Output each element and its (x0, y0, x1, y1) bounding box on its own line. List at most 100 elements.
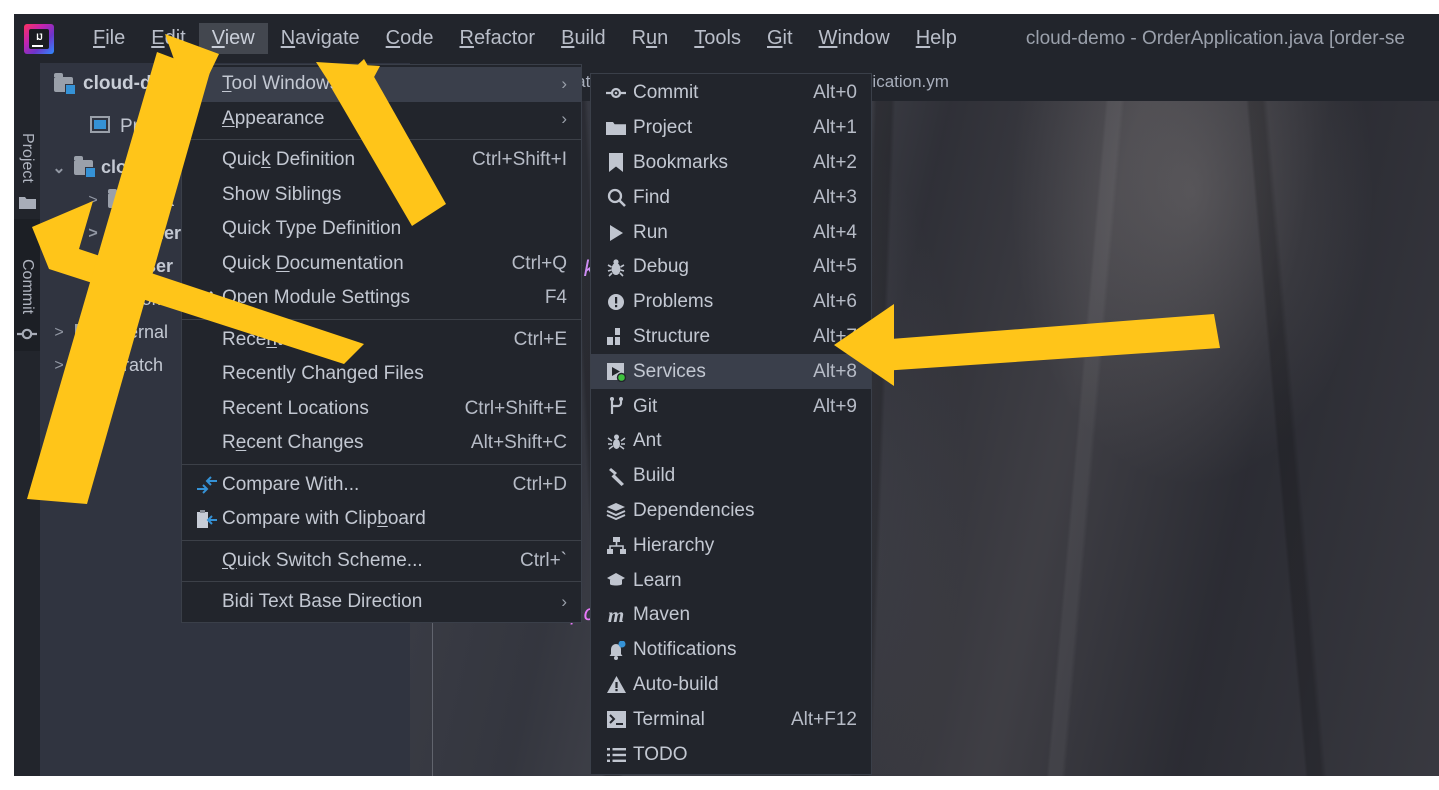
tool-window-item-hierarchy[interactable]: Hierarchy (591, 528, 871, 563)
tool-window-item-structure[interactable]: Structure Alt+7 (591, 320, 871, 355)
terminal-icon (599, 711, 633, 729)
chevron-right-icon: › (561, 108, 567, 128)
menu-item-label: Quick Switch Scheme... (222, 549, 423, 571)
chevron-icon[interactable]: > (86, 192, 100, 210)
stripe-item-commit[interactable]: Commit (14, 218, 40, 351)
tool-window-item-dependencies[interactable]: Dependencies (591, 494, 871, 529)
view-menu-item-open-module-settings[interactable]: Open Module Settings F4 (182, 281, 581, 316)
tool-window-item-project[interactable]: Project Alt+1 (591, 111, 871, 146)
menu-item-shortcut: Ctrl+Shift+E (464, 397, 567, 419)
tool-window-item-auto-build[interactable]: Auto-build (591, 668, 871, 703)
menu-edit[interactable]: Edit (138, 23, 198, 54)
module-folder-icon (108, 255, 130, 277)
tool-window-item-notifications[interactable]: Notifications (591, 633, 871, 668)
tool-window-label: Services (633, 360, 706, 382)
maven-m-icon: m (607, 602, 625, 627)
intellij-idea-logo[interactable]: IJ (24, 23, 54, 54)
tool-window-shortcut: Alt+1 (813, 117, 857, 139)
project-window-icon (90, 115, 110, 139)
hierarchy-icon (599, 536, 633, 555)
menu-bar: IJ File Edit View Navigate Code Refactor Build… (14, 14, 1439, 63)
hammer-icon (599, 467, 633, 486)
chevron-icon[interactable]: > (52, 324, 66, 342)
menu-item-label: Bidi Text Base Direction (222, 591, 423, 613)
tree-row-label: .idea (135, 190, 175, 210)
view-menu-item-tool-windows[interactable]: Tool Windows › (182, 67, 581, 102)
menu-build[interactable]: Build (548, 23, 618, 54)
tool-window-item-services[interactable]: Services Alt+8 (591, 354, 871, 390)
tool-window-label: Maven (633, 604, 691, 626)
view-menu-item-appearance[interactable]: Appearance › (182, 102, 581, 137)
chevron-icon[interactable]: > (86, 258, 100, 276)
menu-item-label: Tool Windows (222, 73, 340, 95)
view-menu-item-bidi-text-base-direction[interactable]: Bidi Text Base Direction › (182, 585, 581, 620)
menu-item-icon (192, 289, 222, 308)
tool-window-shortcut: Alt+9 (813, 395, 857, 417)
menu-code[interactable]: Code (373, 23, 447, 54)
tool-window-item-debug[interactable]: Debug Alt+5 (591, 250, 871, 285)
menu-git[interactable]: Git (754, 23, 806, 54)
menu-navigate[interactable]: Navigate (268, 23, 373, 54)
tool-window-label: Hierarchy (633, 534, 715, 556)
view-menu-item-quick-documentation[interactable]: Quick Documentation Ctrl+Q (182, 247, 581, 282)
tool-window-item-maven[interactable]: m Maven (591, 598, 871, 633)
view-menu-item-recently-changed-files[interactable]: Recently Changed Files (182, 357, 581, 392)
chevron-icon[interactable]: > (52, 357, 66, 375)
tool-window-item-terminal[interactable]: Terminal Alt+F12 (591, 702, 871, 737)
view-menu-item-quick-switch-scheme[interactable]: Quick Switch Scheme... Ctrl+` (182, 544, 581, 579)
menu-item-shortcut: Ctrl+D (512, 473, 567, 495)
view-menu-item-compare-with-clipboard[interactable]: Compare with Clipboard (182, 502, 581, 537)
chevron-right-icon: › (561, 74, 567, 94)
menu-file[interactable]: File (80, 23, 138, 54)
menu-help[interactable]: Help (903, 23, 970, 54)
tool-window-shortcut: Alt+4 (813, 221, 857, 243)
tool-window-label: Terminal (633, 708, 705, 730)
ant-icon (599, 432, 633, 451)
chevron-icon[interactable]: ⌄ (52, 158, 66, 178)
tool-window-item-commit[interactable]: Commit Alt+0 (591, 76, 871, 111)
menu-window[interactable]: Window (806, 23, 903, 54)
tool-window-item-learn[interactable]: Learn (591, 563, 871, 598)
view-menu-item-quick-type-definition[interactable]: Quick Type Definition (182, 212, 581, 247)
menu-item-label: Open Module Settings (222, 287, 411, 309)
tool-window-item-problems[interactable]: Problems Alt+6 (591, 285, 871, 320)
window-title: cloud-demo - OrderApplication.java [orde… (1025, 27, 1405, 49)
menu-run[interactable]: Run (619, 23, 682, 54)
tool-window-item-run[interactable]: Run Alt+4 (591, 215, 871, 250)
tool-window-item-find[interactable]: Find Alt+3 (591, 180, 871, 215)
view-menu-item-quick-definition[interactable]: Quick Definition Ctrl+Shift+I (182, 143, 581, 178)
left-tool-stripe: Project Commit (14, 63, 40, 776)
menu-item-label: Show Siblings (222, 183, 342, 205)
menu-tools[interactable]: Tools (681, 23, 754, 54)
menu-item-icon (192, 509, 222, 529)
stripe-item-project[interactable]: Project (14, 63, 40, 219)
tool-window-item-build[interactable]: Build (591, 459, 871, 494)
project-folder-icon (18, 195, 36, 215)
project-tab-label: Project (120, 116, 180, 137)
view-menu-item-recent-files[interactable]: Recent Files Ctrl+E (182, 323, 581, 358)
menu-view[interactable]: View (198, 23, 268, 54)
tool-window-shortcut: Alt+8 (813, 360, 857, 382)
git-branch-icon (599, 397, 633, 416)
tool-window-item-ant[interactable]: Ant (591, 424, 871, 459)
view-dropdown-menu: Tool Windows › Appearance › Quick Definition… (181, 64, 582, 623)
tool-window-item-git[interactable]: Git Alt+9 (591, 389, 871, 424)
external-libraries-icon (74, 322, 94, 343)
view-menu-item-compare-with[interactable]: Compare With... Ctrl+D (182, 468, 581, 503)
menu-item-label: Quick Documentation (222, 252, 404, 274)
tool-window-shortcut: Alt+6 (813, 291, 857, 313)
view-menu-item-recent-changes[interactable]: Recent Changes Alt+Shift+C (182, 426, 581, 461)
tool-window-shortcut: Alt+2 (813, 151, 857, 173)
menu-item-label: Compare With... (222, 473, 360, 495)
tool-window-item-todo[interactable]: TODO (591, 737, 871, 772)
menu-item-label: Recently Changed Files (222, 363, 424, 385)
tool-window-shortcut: Alt+0 (813, 82, 857, 104)
menu-refactor[interactable]: Refactor (446, 23, 548, 54)
menu-item-shortcut: Ctrl+` (520, 549, 567, 571)
view-menu-item-recent-locations[interactable]: Recent Locations Ctrl+Shift+E (182, 392, 581, 427)
chevron-icon[interactable]: > (86, 225, 100, 243)
tree-row-label: cloud-d (101, 157, 166, 177)
tool-window-item-bookmarks[interactable]: Bookmarks Alt+2 (591, 146, 871, 181)
view-menu-item-show-siblings[interactable]: Show Siblings (182, 178, 581, 213)
menu-separator (182, 463, 581, 465)
